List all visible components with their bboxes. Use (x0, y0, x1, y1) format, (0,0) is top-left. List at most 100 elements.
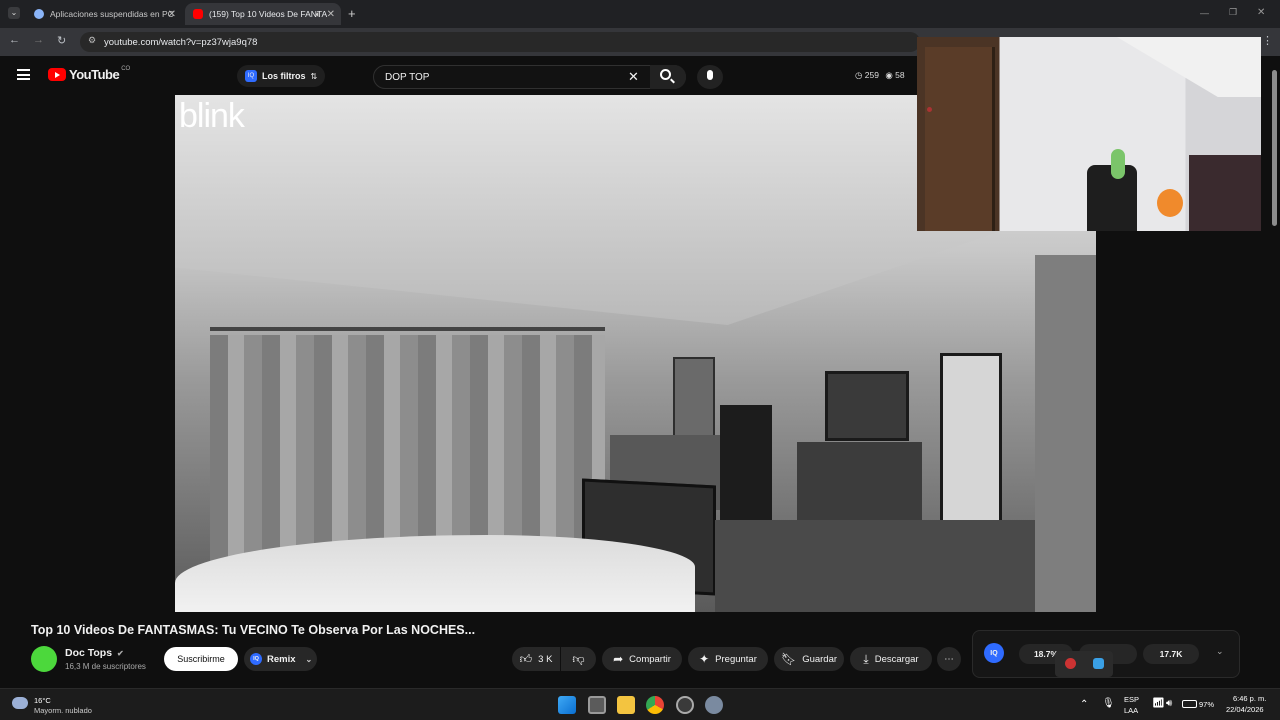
sliders-icon: ⇅ (310, 71, 318, 81)
channel-avatar[interactable] (31, 646, 57, 672)
share-label: Compartir (629, 653, 671, 665)
video-title: Top 10 Videos De FANTASMAS: Tu VECINO Te… (31, 623, 476, 637)
youtube-logo[interactable]: YouTube CO (48, 66, 130, 82)
minimize-icon[interactable]: — (1200, 8, 1209, 18)
blink-watermark: blink (179, 97, 245, 135)
download-button[interactable]: ⤓ Descargar (850, 647, 932, 671)
shelf-dark (1189, 155, 1261, 231)
filters-label: Los filtros (262, 71, 306, 81)
speaker-icon[interactable]: 🔈︎ (316, 9, 321, 20)
door-panel (925, 47, 995, 231)
forward-icon[interactable]: → (33, 34, 44, 46)
volume-icon[interactable]: 🔊︎ (1166, 698, 1172, 709)
iq-icon: IQ (245, 70, 257, 82)
wifi-icon[interactable]: 📶︎ (1152, 698, 1165, 709)
search-icon-handle (670, 78, 675, 84)
lang-bottom: LAA (1124, 706, 1139, 715)
tab-suspended-apps[interactable]: Aplicaciones suspendidas en PC ✕ (26, 3, 182, 25)
microphone-tray-icon[interactable]: 🎙︎ (1102, 698, 1115, 709)
tab-list-chevron-icon[interactable]: ⌄ (8, 7, 20, 19)
iq-logo-icon[interactable]: IQ (984, 643, 1004, 663)
task-view-icon[interactable] (588, 696, 606, 714)
back-icon[interactable]: ← (9, 34, 20, 46)
tab-youtube-video[interactable]: (159) Top 10 Videos De FANTA 🔈︎ ✕ (185, 3, 341, 25)
share-icon: ➦ (613, 652, 624, 666)
browser-menu-icon[interactable]: ⋮ (1262, 34, 1273, 47)
close-tab-icon[interactable]: ✕ (168, 9, 176, 20)
filters-button[interactable]: IQ Los filtros ⇅ (237, 65, 326, 87)
clock-icon: ◷ (855, 70, 863, 80)
site-info-icon[interactable]: ⚙ (88, 35, 96, 46)
save-button[interactable]: 🔖︎ Guardar (774, 647, 844, 671)
weather-cloud-icon (12, 697, 28, 709)
close-window-icon[interactable]: ✕ (1257, 7, 1265, 18)
file-explorer-icon[interactable] (617, 696, 635, 714)
door-handle (927, 107, 932, 112)
maximize-icon[interactable]: ❐ (1229, 7, 1237, 18)
stat-views: 259 (864, 70, 879, 80)
thumbs-down-icon: 👎︎ (572, 651, 585, 666)
subscriber-count: 16,3 M de suscriptores (65, 662, 146, 671)
more-actions-button[interactable]: ⋯ (937, 647, 961, 671)
settings-icon[interactable] (705, 696, 723, 714)
channel-name-text: Doc Tops (65, 647, 113, 659)
tab-title: (159) Top 10 Videos De FANTA (209, 9, 328, 19)
voice-search-button[interactable] (697, 65, 723, 89)
share-button[interactable]: ➦ Compartir (602, 647, 682, 671)
clock-time[interactable]: 6:46 p. m. (1233, 694, 1266, 703)
mirror (825, 371, 909, 441)
ask-button[interactable]: ✦ Preguntar (688, 647, 768, 671)
battery-percent: 97% (1199, 700, 1215, 709)
tray-chevron-icon[interactable]: ⌃ (1080, 699, 1088, 710)
tray-popup (1055, 651, 1113, 677)
iq-icon: IQ (250, 653, 262, 665)
bookmark-icon: 🔖︎ (780, 652, 797, 666)
download-icon: ⤓ (863, 651, 869, 666)
youtube-play-icon (48, 68, 66, 81)
reload-icon[interactable]: ↻ (57, 34, 66, 47)
close-tab-icon[interactable]: ✕ (327, 9, 335, 20)
bedroom-door (940, 353, 1002, 523)
weather-temp: 16°C (34, 696, 51, 705)
lang-top[interactable]: ESP (1124, 695, 1139, 704)
like-button[interactable]: 👍︎ 3 K (512, 647, 560, 671)
globe-icon (34, 9, 44, 19)
ceiling-corner (1117, 37, 1261, 97)
logo-text: YouTube (69, 67, 120, 82)
orange-plush-toy (1157, 189, 1183, 217)
channel-name[interactable]: Doc Tops ✔ (65, 647, 124, 659)
dislike-button[interactable]: 👎︎ (561, 647, 596, 671)
chevron-down-icon[interactable]: ⌄ (1216, 646, 1224, 657)
save-label: Guardar (802, 653, 838, 665)
scrollbar-thumb[interactable] (1272, 70, 1277, 226)
iq-extension-panel: IQ 18.7% 17.7K ⌄ (972, 630, 1240, 678)
remix-label: Remix (267, 653, 296, 665)
right-wall (1035, 255, 1096, 612)
chrome-icon[interactable] (646, 696, 664, 714)
weather-widget[interactable]: 16°C Mayorm. nublado (10, 694, 120, 716)
subscribe-button[interactable]: Suscribirme (164, 647, 238, 671)
ask-label: Preguntar (715, 653, 757, 665)
more-icon: ⋯ (944, 653, 954, 665)
clock-date[interactable]: 22/04/2026 (1226, 705, 1264, 714)
start-button[interactable] (558, 696, 576, 714)
thumbs-up-icon: 👍︎ (519, 651, 533, 666)
search-input[interactable]: DOP TOP ✕ (373, 65, 686, 89)
search-query: DOP TOP (385, 72, 430, 83)
new-tab-icon[interactable]: + (348, 6, 356, 21)
download-label: Descargar (874, 653, 919, 665)
weather-desc: Mayorm. nublado (34, 706, 92, 715)
browser-tab-bar: ⌄ Aplicaciones suspendidas en PC ✕ (159)… (0, 0, 1280, 28)
app-icon[interactable] (676, 696, 694, 714)
clear-search-icon[interactable]: ✕ (628, 69, 639, 85)
search-button[interactable] (650, 65, 686, 89)
shield-app-icon[interactable] (1093, 658, 1104, 669)
chevron-down-icon: ⌄ (305, 654, 313, 664)
menu-icon[interactable] (17, 69, 30, 80)
address-bar[interactable]: ⚙ youtube.com/watch?v=pz37wja9q78 (80, 32, 920, 52)
url-text: youtube.com/watch?v=pz37wja9q78 (104, 36, 258, 48)
battery-icon[interactable] (1182, 700, 1197, 708)
remix-button[interactable]: IQ Remix ⌄ (244, 647, 317, 671)
shield-red-icon[interactable] (1065, 658, 1076, 669)
webcam-overlay (917, 37, 1261, 231)
